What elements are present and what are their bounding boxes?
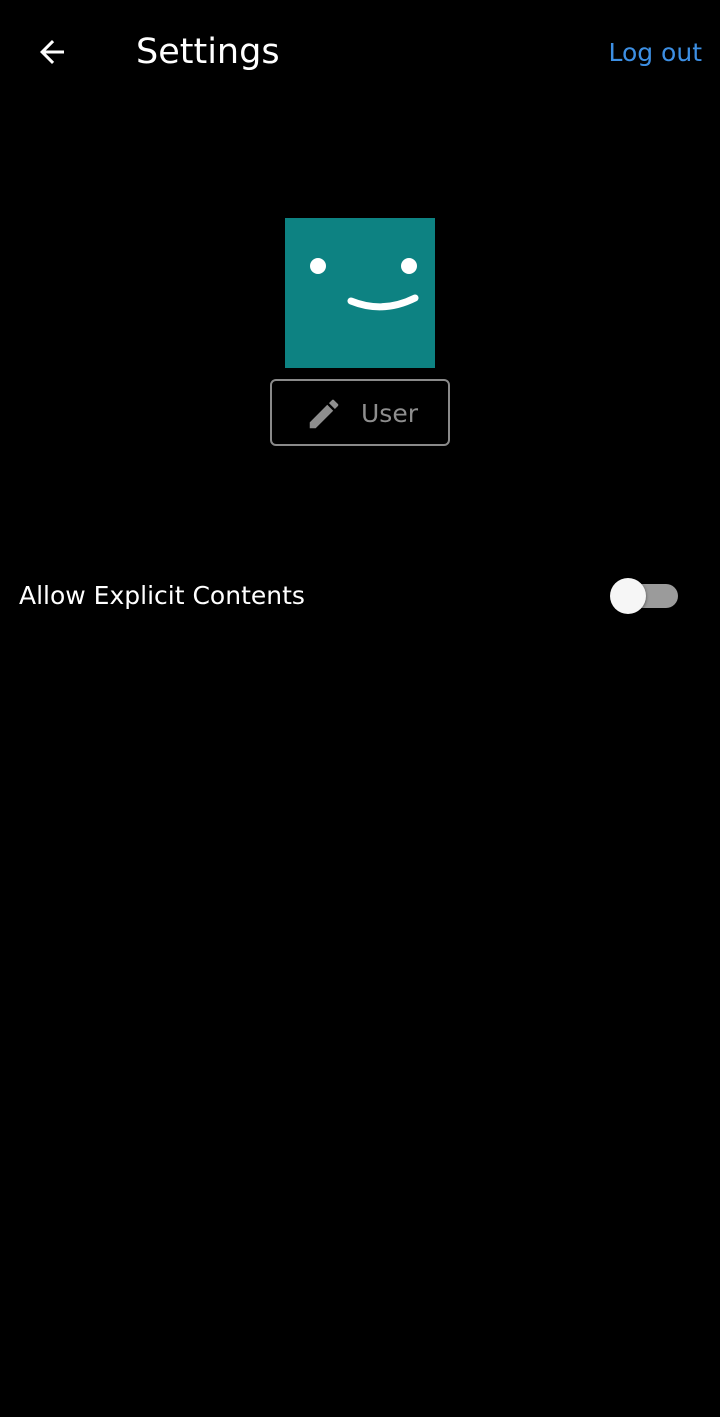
profile-name: User	[361, 399, 418, 428]
pencil-icon	[309, 399, 339, 429]
avatar[interactable]	[285, 218, 435, 368]
back-button[interactable]	[22, 22, 82, 82]
app-bar: Settings Log out	[0, 0, 720, 106]
explicit-contents-label: Allow Explicit Contents	[19, 581, 305, 610]
setting-row-explicit-contents: Allow Explicit Contents	[0, 560, 720, 632]
page-title: Settings	[136, 32, 280, 72]
arrow-left-icon	[40, 40, 64, 64]
smiley-face-icon	[310, 258, 419, 311]
toggle-thumb	[610, 578, 646, 614]
explicit-contents-toggle[interactable]	[608, 576, 680, 616]
logout-button[interactable]: Log out	[608, 35, 702, 71]
edit-profile-button[interactable]: User	[270, 379, 450, 446]
